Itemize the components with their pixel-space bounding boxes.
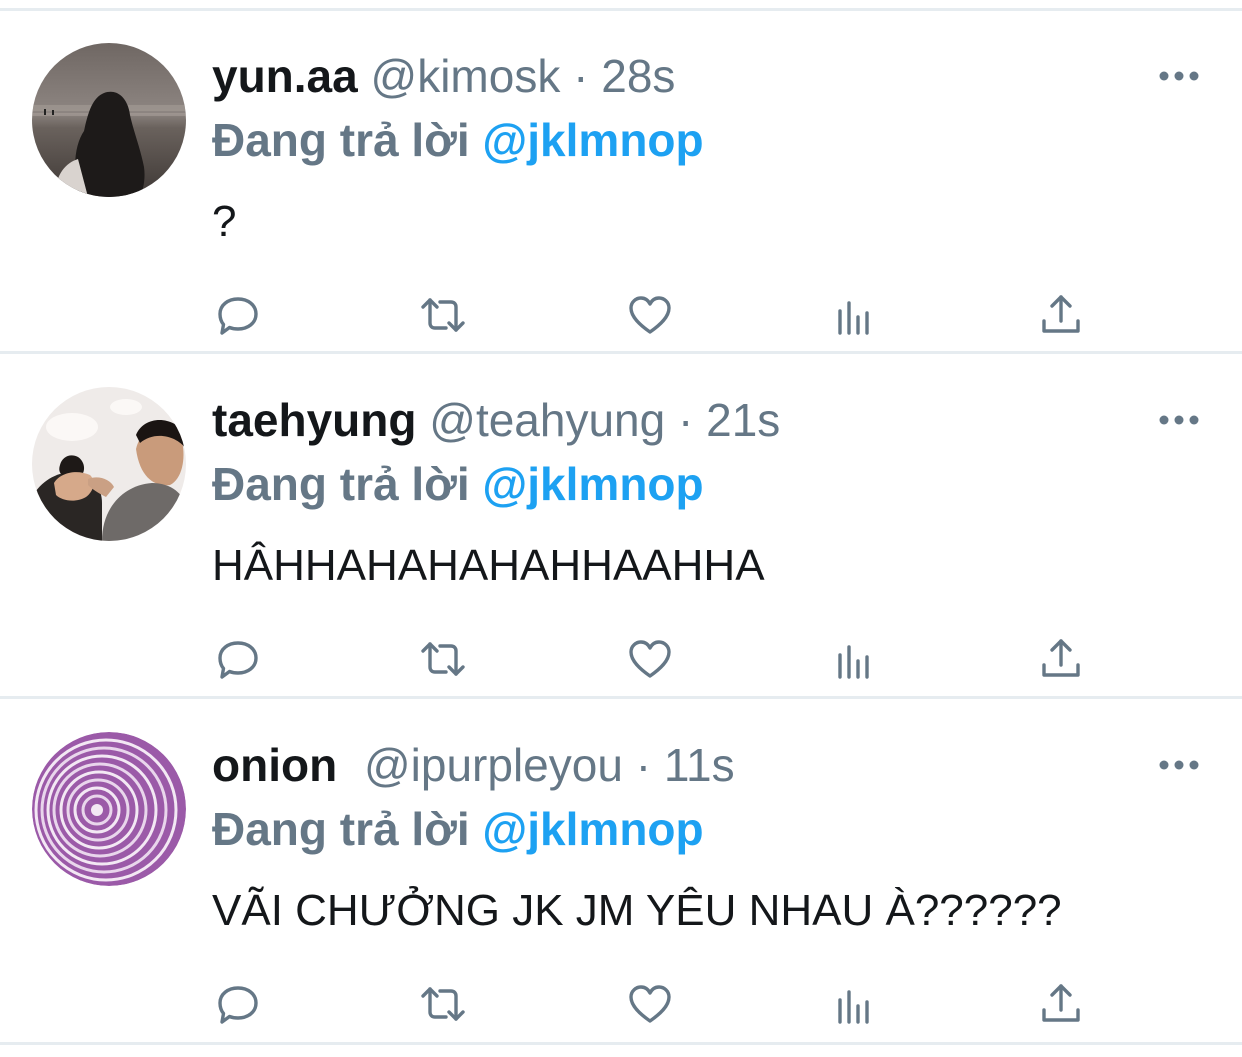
- tweet-actions: [0, 631, 1242, 687]
- timestamp[interactable]: 11s: [664, 739, 735, 791]
- reply-button[interactable]: [210, 976, 266, 1032]
- avatar[interactable]: [32, 387, 186, 541]
- tweet-card[interactable]: onion @ipurpleyou · 11s Đang trả lời @jk…: [0, 700, 1242, 1042]
- tweet-actions: [0, 976, 1242, 1032]
- heart-icon: [629, 985, 671, 1023]
- people-photo-image: [32, 387, 186, 541]
- more-options-button[interactable]: [1158, 758, 1200, 772]
- retweet-button[interactable]: [415, 287, 471, 343]
- retweet-icon: [421, 987, 465, 1021]
- reply-button[interactable]: [210, 631, 266, 687]
- analytics-icon: [838, 645, 869, 679]
- ellipsis-icon: [1159, 760, 1199, 770]
- separator-dot: ·: [678, 394, 694, 446]
- avatar[interactable]: [32, 732, 186, 886]
- timestamp[interactable]: 28s: [601, 50, 675, 102]
- bottom-divider: [0, 1042, 1242, 1045]
- share-icon: [1042, 639, 1080, 677]
- reply-icon: [218, 297, 258, 335]
- display-name[interactable]: onion: [212, 739, 337, 791]
- display-name[interactable]: yun.aa: [212, 50, 358, 102]
- like-button[interactable]: [622, 631, 678, 687]
- retweet-icon: [421, 298, 465, 332]
- reply-icon: [218, 986, 258, 1024]
- analytics-button[interactable]: [828, 631, 884, 687]
- replying-to: Đang trả lời @jklmnop: [212, 109, 704, 171]
- tweet-header: onion @ipurpleyou · 11s: [212, 734, 735, 796]
- replying-to: Đang trả lời @jklmnop: [212, 798, 704, 860]
- onion-slice-image: [32, 732, 186, 886]
- more-options-button[interactable]: [1158, 413, 1200, 427]
- avatar[interactable]: [32, 43, 186, 197]
- timestamp[interactable]: 21s: [706, 394, 780, 446]
- user-handle[interactable]: @kimosk: [371, 50, 561, 102]
- reply-button[interactable]: [210, 287, 266, 343]
- tweet-actions: [0, 287, 1242, 343]
- share-icon: [1042, 984, 1080, 1022]
- reply-icon: [218, 641, 258, 679]
- more-options-button[interactable]: [1158, 69, 1200, 83]
- ellipsis-icon: [1159, 415, 1199, 425]
- replying-to-handle-link[interactable]: @jklmnop: [482, 458, 703, 510]
- tweet-divider: [0, 351, 1242, 354]
- separator-dot: ·: [635, 739, 652, 791]
- retweet-button[interactable]: [415, 631, 471, 687]
- heart-icon: [629, 296, 671, 334]
- share-button[interactable]: [1033, 287, 1089, 343]
- display-name[interactable]: taehyung: [212, 394, 416, 446]
- analytics-button[interactable]: [828, 287, 884, 343]
- user-handle[interactable]: @ipurpleyou: [364, 739, 623, 791]
- replying-to-handle-link[interactable]: @jklmnop: [482, 803, 703, 855]
- share-button[interactable]: [1033, 976, 1089, 1032]
- tweet-header: taehyung @teahyung · 21s: [212, 389, 780, 451]
- analytics-icon: [838, 301, 869, 335]
- replying-to-label: Đang trả lời: [212, 458, 470, 510]
- replying-to-handle-link[interactable]: @jklmnop: [482, 114, 703, 166]
- tweet-divider: [0, 696, 1242, 699]
- beach-silhouette-image: [32, 43, 186, 197]
- user-handle[interactable]: @teahyung: [429, 394, 665, 446]
- like-button[interactable]: [622, 287, 678, 343]
- tweet-text: HÂHHAHAHAHAHHAAHHA: [212, 541, 765, 590]
- analytics-button[interactable]: [828, 976, 884, 1032]
- like-button[interactable]: [622, 976, 678, 1032]
- tweet-text: ?: [212, 197, 237, 246]
- replying-to-label: Đang trả lời: [212, 803, 470, 855]
- tweet-card[interactable]: taehyung @teahyung · 21s Đang trả lời @j…: [0, 355, 1242, 697]
- heart-icon: [629, 640, 671, 678]
- replying-to: Đang trả lời @jklmnop: [212, 453, 704, 515]
- ellipsis-icon: [1159, 71, 1199, 81]
- analytics-icon: [838, 990, 869, 1024]
- share-icon: [1042, 295, 1080, 333]
- tweet-text: VÃI CHƯỞNG JK JM YÊU NHAU À??????: [212, 886, 1062, 935]
- retweet-button[interactable]: [415, 976, 471, 1032]
- tweet-header: yun.aa @kimosk · 28s: [212, 45, 675, 107]
- replying-to-label: Đang trả lời: [212, 114, 470, 166]
- separator-dot: ·: [573, 50, 589, 102]
- tweet-card[interactable]: yun.aa @kimosk · 28s Đang trả lời @jklmn…: [0, 11, 1242, 353]
- share-button[interactable]: [1033, 631, 1089, 687]
- retweet-icon: [421, 642, 465, 676]
